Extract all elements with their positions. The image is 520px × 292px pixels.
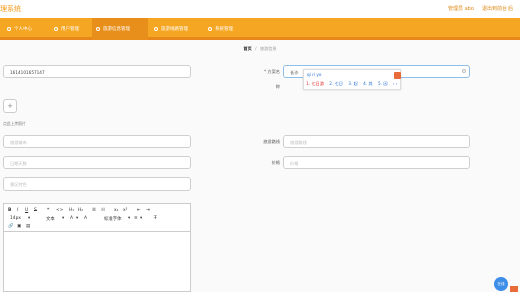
clear-icon[interactable] xyxy=(462,69,466,73)
ime-candidate-list: 1. 七日游 2. 七日 3. 起 4. 其 5. 因 ‹ › xyxy=(306,81,402,87)
admin-user-link[interactable]: 管理员 abo xyxy=(448,5,474,12)
users-icon xyxy=(54,27,58,31)
chevron-down-icon[interactable]: ▾ xyxy=(140,216,142,221)
editor-toolbar: B I U S ❝ <> H₁ H₂ ☰ ☷ x₂ x² ⇤ ⇥ 14px ▾ … xyxy=(4,204,191,232)
outdent-icon[interactable]: ⇤ xyxy=(137,208,141,213)
heading1-icon[interactable]: H₁ xyxy=(69,208,74,213)
chevron-down-icon[interactable]: ▾ xyxy=(76,216,78,221)
underline-icon[interactable]: U xyxy=(25,208,28,213)
font-family-select[interactable]: 标准字体 xyxy=(104,216,122,222)
nav-label: 旅游信息管理 xyxy=(103,27,130,32)
code-icon[interactable]: <> xyxy=(56,208,63,213)
link-icon[interactable]: 🔗 xyxy=(8,224,13,229)
font-color-icon[interactable]: A xyxy=(70,216,73,221)
route-label: 旅游路线 xyxy=(263,139,280,144)
indent-icon[interactable]: ⇥ xyxy=(146,208,150,213)
place-label: * 方案名 xyxy=(264,69,280,74)
main-nav: 个人中心 用户管理 旅游信息管理 旅游线路管理 系统管理 xyxy=(0,18,520,40)
chat-button[interactable]: 在线 xyxy=(494,277,508,291)
rich-text-editor[interactable]: B I U S ❝ <> H₁ H₂ ☰ ☷ x₂ x² ⇤ ⇥ 14px ▾ … xyxy=(3,203,191,292)
align-icon[interactable]: ≡ xyxy=(134,216,138,221)
info-icon xyxy=(96,27,100,31)
upload-hint: 点此上传照片 xyxy=(3,121,26,126)
nav-item-profile[interactable]: 个人中心 xyxy=(3,18,47,40)
quote-icon[interactable]: ❝ xyxy=(47,208,49,213)
subscript-icon[interactable]: x₂ xyxy=(114,208,118,213)
nav-label: 个人中心 xyxy=(14,27,32,32)
breadcrumb: 首页 / 旅游信息 xyxy=(0,46,520,52)
features-textarea[interactable]: 景区特色 xyxy=(3,177,191,191)
nav-label: 系统管理 xyxy=(215,27,233,32)
city-field[interactable]: 旅游城市 xyxy=(3,135,191,148)
ime-candidate[interactable]: 2. 七日 xyxy=(329,81,343,86)
italic-icon[interactable]: I xyxy=(17,208,18,213)
number-field[interactable]: 1614101657147 xyxy=(3,65,191,78)
nav-item-routes[interactable]: 旅游线路管理 xyxy=(150,18,202,40)
name-label: 称 xyxy=(275,84,280,89)
image-icon[interactable]: ▣ xyxy=(17,224,21,229)
ime-candidate[interactable]: 3. 起 xyxy=(348,81,358,86)
nav-item-travel-info[interactable]: 旅游信息管理 xyxy=(92,18,148,40)
clear-format-icon[interactable]: T̶ xyxy=(154,216,157,221)
upload-photo-button[interactable]: + xyxy=(3,99,17,113)
user-icon xyxy=(7,27,11,31)
ime-candidate[interactable]: 4. 其 xyxy=(363,81,373,86)
nav-item-system[interactable]: 系统管理 xyxy=(204,18,244,40)
heading2-icon[interactable]: H₂ xyxy=(78,208,83,213)
text-style-select[interactable]: 文本 xyxy=(46,216,55,222)
backend-link[interactable]: 后 xyxy=(508,5,513,12)
breadcrumb-current: 旅游信息 xyxy=(259,46,277,51)
logout-link[interactable]: 退出到前台 xyxy=(482,5,507,12)
app-title: 理系统 xyxy=(0,5,21,13)
route-field[interactable]: 旅游路线 xyxy=(283,135,470,148)
ime-candidate-popup: qi ri yo 1. 七日游 2. 七日 3. 起 4. 其 5. 因 ‹ › xyxy=(303,69,401,90)
chevron-down-icon[interactable]: ▾ xyxy=(28,216,30,221)
ime-tray-icon[interactable] xyxy=(510,286,518,292)
superscript-icon[interactable]: x² xyxy=(123,208,127,213)
bold-icon[interactable]: B xyxy=(8,208,11,213)
gear-icon xyxy=(208,27,212,31)
ime-logo-icon xyxy=(394,72,401,79)
route-icon xyxy=(154,27,158,31)
breadcrumb-home[interactable]: 首页 xyxy=(243,46,251,51)
ime-page-arrows[interactable]: ‹ › xyxy=(393,81,398,86)
chevron-down-icon[interactable]: ▾ xyxy=(128,216,130,221)
price-label: 价格 xyxy=(271,160,280,165)
nav-item-users[interactable]: 用户管理 xyxy=(50,18,90,40)
ordered-list-icon[interactable]: ☰ xyxy=(92,208,96,213)
ime-pinyin: qi ri yo xyxy=(307,72,322,77)
nav-label: 旅游线路管理 xyxy=(161,27,188,32)
top-bar: 理系统 管理员 abo 退出到前台 后 xyxy=(0,0,520,18)
font-size-select[interactable]: 14px xyxy=(10,216,21,221)
video-icon[interactable]: ▤ xyxy=(26,224,30,229)
chevron-down-icon[interactable]: ▾ xyxy=(62,216,64,221)
nav-label: 用户管理 xyxy=(61,27,79,32)
price-field[interactable]: 价格 xyxy=(283,156,470,169)
background-color-icon[interactable]: A xyxy=(84,216,87,221)
ime-candidate[interactable]: 5. 因 xyxy=(378,81,388,86)
breadcrumb-separator: / xyxy=(255,46,257,51)
strike-icon[interactable]: S xyxy=(34,208,37,213)
bullet-list-icon[interactable]: ☷ xyxy=(101,208,105,213)
days-field[interactable]: 日期天数 xyxy=(3,156,191,169)
ime-candidate[interactable]: 1. 七日游 xyxy=(306,81,324,86)
